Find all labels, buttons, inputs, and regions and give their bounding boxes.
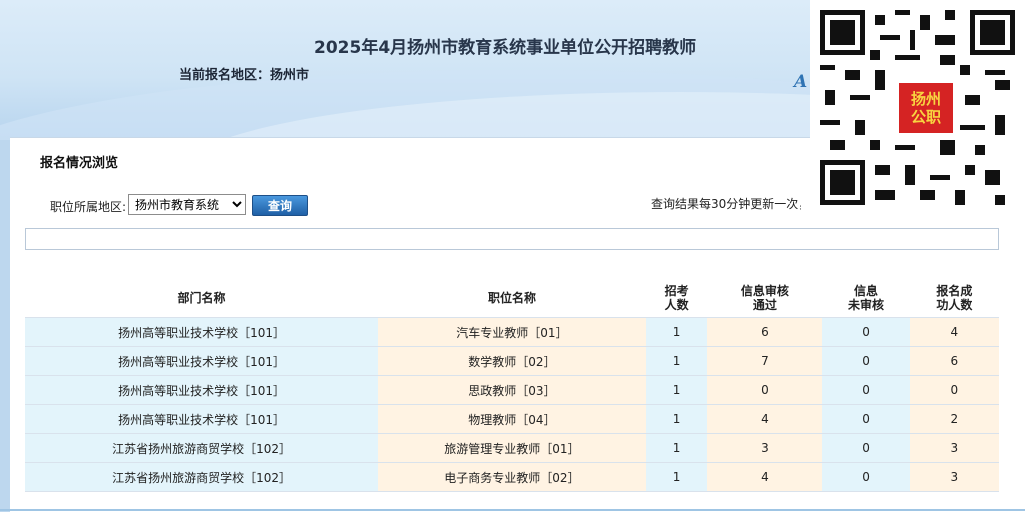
approved-count-cell: 4	[707, 404, 823, 434]
page-title: 2025年4月扬州市教育系统事业单位公开招聘教师	[314, 38, 697, 58]
header-position-line1: 职位名称	[487, 291, 536, 305]
header-department-line1: 部门名称	[177, 291, 226, 305]
pending-count-cell: 0	[822, 346, 910, 376]
pending-count-cell: 0	[822, 404, 910, 434]
header-pending-line2: 未审核	[848, 298, 885, 312]
table-row: 扬州高等职业技术学校［101］ 汽车专业教师［01］ 1 6 0 4	[25, 317, 999, 347]
success-count-cell: 3	[909, 462, 999, 492]
registration-table: 部门名称 职位名称 招考 人数 信息审核 通过 信息 未审核 报名成 功人数 扬…	[25, 279, 999, 492]
qr-badge: 扬州 公职	[897, 81, 955, 135]
header-approved-line1: 信息审核	[740, 284, 789, 298]
region-filter-label: 职位所属地区:	[50, 200, 127, 214]
success-count-cell: 3	[909, 433, 999, 463]
result-info-strip	[25, 228, 999, 250]
success-count-cell: 0	[909, 375, 999, 405]
header-success: 报名成 功人数	[909, 279, 999, 318]
header-recruit-line1: 招考	[664, 284, 689, 298]
header-approved: 信息审核 通过	[707, 279, 823, 318]
table-row: 江苏省扬州旅游商贸学校［102］ 旅游管理专业教师［01］ 1 3 0 3	[25, 433, 999, 463]
recruit-count-cell: 1	[645, 433, 708, 463]
section-title: 报名情况浏览	[40, 156, 119, 171]
header-recruit-count: 招考 人数	[645, 279, 708, 318]
position-cell: 思政教师［03］	[378, 375, 646, 405]
approved-count-cell: 4	[707, 462, 823, 492]
banner-logo-fragment: A	[794, 72, 808, 92]
update-note: 查询结果每30分钟更新一次，查	[651, 197, 801, 211]
approved-count-cell: 6	[707, 317, 823, 347]
position-cell: 电子商务专业教师［02］	[378, 462, 646, 492]
header-department: 部门名称	[25, 279, 379, 318]
table-row: 江苏省扬州旅游商贸学校［102］ 电子商务专业教师［02］ 1 4 0 3	[25, 462, 999, 492]
header-pending: 信息 未审核	[822, 279, 910, 318]
header-pending-line1: 信息	[854, 284, 879, 298]
qr-badge-line1: 扬州	[910, 90, 941, 108]
qr-code-overlay: 扬州 公职	[810, 0, 1025, 214]
position-cell: 汽车专业教师［01］	[378, 317, 646, 347]
query-button[interactable]: 查询	[252, 195, 308, 216]
region-select[interactable]: 扬州市教育系统	[128, 194, 246, 215]
pending-count-cell: 0	[822, 462, 910, 492]
position-cell: 旅游管理专业教师［01］	[378, 433, 646, 463]
table-row: 扬州高等职业技术学校［101］ 数学教师［02］ 1 7 0 6	[25, 346, 999, 376]
header-approved-line2: 通过	[752, 298, 777, 312]
pending-count-cell: 0	[822, 317, 910, 347]
header-recruit-line2: 人数	[664, 298, 689, 312]
qr-badge-line2: 公职	[910, 108, 941, 126]
current-region-label: 当前报名地区：扬州市	[179, 68, 310, 83]
position-cell: 数学教师［02］	[378, 346, 646, 376]
approved-count-cell: 7	[707, 346, 823, 376]
department-cell: 扬州高等职业技术学校［101］	[25, 375, 379, 405]
pending-count-cell: 0	[822, 375, 910, 405]
department-cell: 扬州高等职业技术学校［101］	[25, 404, 379, 434]
recruit-count-cell: 1	[645, 317, 708, 347]
approved-count-cell: 0	[707, 375, 823, 405]
recruit-count-cell: 1	[645, 462, 708, 492]
success-count-cell: 2	[909, 404, 999, 434]
department-cell: 扬州高等职业技术学校［101］	[25, 317, 379, 347]
header-success-line2: 功人数	[936, 298, 973, 312]
recruit-count-cell: 1	[645, 346, 708, 376]
success-count-cell: 6	[909, 346, 999, 376]
department-cell: 江苏省扬州旅游商贸学校［102］	[25, 433, 379, 463]
recruit-count-cell: 1	[645, 404, 708, 434]
approved-count-cell: 3	[707, 433, 823, 463]
position-cell: 物理教师［04］	[378, 404, 646, 434]
table-header-row: 部门名称 职位名称 招考 人数 信息审核 通过 信息 未审核 报名成 功人数	[25, 279, 999, 318]
success-count-cell: 4	[909, 317, 999, 347]
header-success-line1: 报名成	[936, 284, 973, 298]
department-cell: 扬州高等职业技术学校［101］	[25, 346, 379, 376]
table-row: 扬州高等职业技术学校［101］ 物理教师［04］ 1 4 0 2	[25, 404, 999, 434]
recruit-count-cell: 1	[645, 375, 708, 405]
pending-count-cell: 0	[822, 433, 910, 463]
header-position: 职位名称	[378, 279, 646, 318]
table-row: 扬州高等职业技术学校［101］ 思政教师［03］ 1 0 0 0	[25, 375, 999, 405]
department-cell: 江苏省扬州旅游商贸学校［102］	[25, 462, 379, 492]
